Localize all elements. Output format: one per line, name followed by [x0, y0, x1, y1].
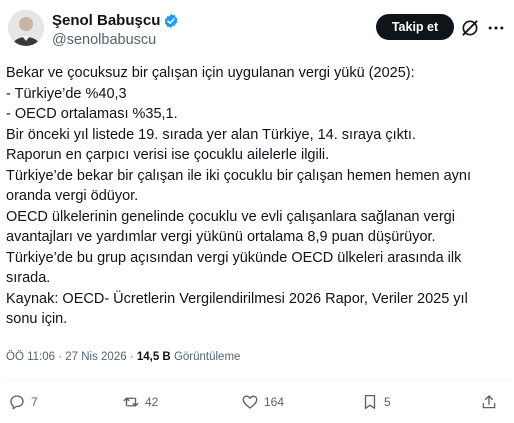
tweet-text-line: Kaynak: OECD- Ücretlerin Vergilendirilme…: [6, 290, 468, 307]
reply-icon: [10, 395, 24, 410]
share-icon: [482, 395, 496, 409]
author-name[interactable]: Şenol Babuşcu: [52, 12, 160, 30]
meta-separator: ·: [55, 351, 66, 363]
tweet-text-line: oranda vergi ödüyor.: [6, 188, 139, 204]
tweet-text-line: Türkiye’de bekar bir çalışan ile iki çoc…: [6, 167, 472, 184]
bookmark-icon: [364, 394, 376, 410]
bookmark-count: 5: [384, 395, 391, 409]
tweet-text-line: Bir önceki yıl listede 19. sırada yer al…: [6, 126, 416, 143]
divider: [6, 379, 508, 380]
tweet-text-line: avantajları ve yardımlar vergi yükünü or…: [6, 229, 436, 245]
share-button[interactable]: [480, 392, 503, 412]
tweet-text-line: Bekar ve çocuksuz bir çalışan için uygul…: [6, 65, 415, 81]
avatar-image: [8, 10, 44, 46]
author-handle[interactable]: @senolbabuscu: [52, 31, 156, 49]
meta-separator: ·: [126, 351, 137, 363]
tweet-meta: ÖÖ 11:06 · 27 Nis 2026 · 14,5 B Görüntül…: [6, 349, 240, 365]
like-button[interactable]: 164: [241, 392, 284, 412]
views-count: 14,5 B: [136, 351, 171, 363]
tweet-text-line: sırada.: [6, 270, 51, 286]
follow-button[interactable]: Takip et: [376, 14, 454, 40]
tweet-date[interactable]: 27 Nis 2026: [65, 351, 126, 363]
views-label: Görüntüleme: [173, 351, 241, 363]
author-name-line[interactable]: Şenol Babuşcu: [52, 12, 179, 30]
tweet-header: Şenol Babuşcu @senolbabuscu Takip et: [0, 0, 514, 60]
tweet-text-line: - Türkiye’de %40,3: [6, 85, 127, 102]
reply-button[interactable]: 7: [8, 392, 38, 412]
tweet-text-line: - OECD ortalaması %35,1.: [6, 106, 178, 122]
retweet-count: 42: [145, 395, 159, 409]
tweet-time[interactable]: ÖÖ 11:06: [6, 351, 55, 363]
retweet-button[interactable]: 42: [122, 392, 158, 412]
like-count: 164: [264, 395, 285, 409]
verified-badge-icon: [165, 14, 178, 28]
avatar[interactable]: [8, 10, 44, 46]
action-bar: 7 42 164 5: [0, 388, 514, 418]
tweet-text: Bekar ve çocuksuz bir çalışan için uygul…: [6, 63, 506, 330]
tweet-text-line: OECD ülkelerinin genelinde çocuklu ve ev…: [6, 208, 455, 225]
reply-count: 7: [31, 395, 38, 409]
grok-icon[interactable]: [460, 18, 480, 38]
more-options-icon[interactable]: [486, 18, 506, 38]
tweet-text-line: Raporun en çarpıcı verisi ise çocuklu ai…: [6, 147, 330, 163]
tweet-text-line: Türkiye’de bu grup açısından vergi yükün…: [6, 249, 462, 266]
bookmark-button[interactable]: 5: [361, 392, 391, 412]
tweet-text-line: sonu için.: [6, 311, 68, 327]
heart-icon: [242, 395, 258, 409]
retweet-icon: [123, 397, 139, 407]
